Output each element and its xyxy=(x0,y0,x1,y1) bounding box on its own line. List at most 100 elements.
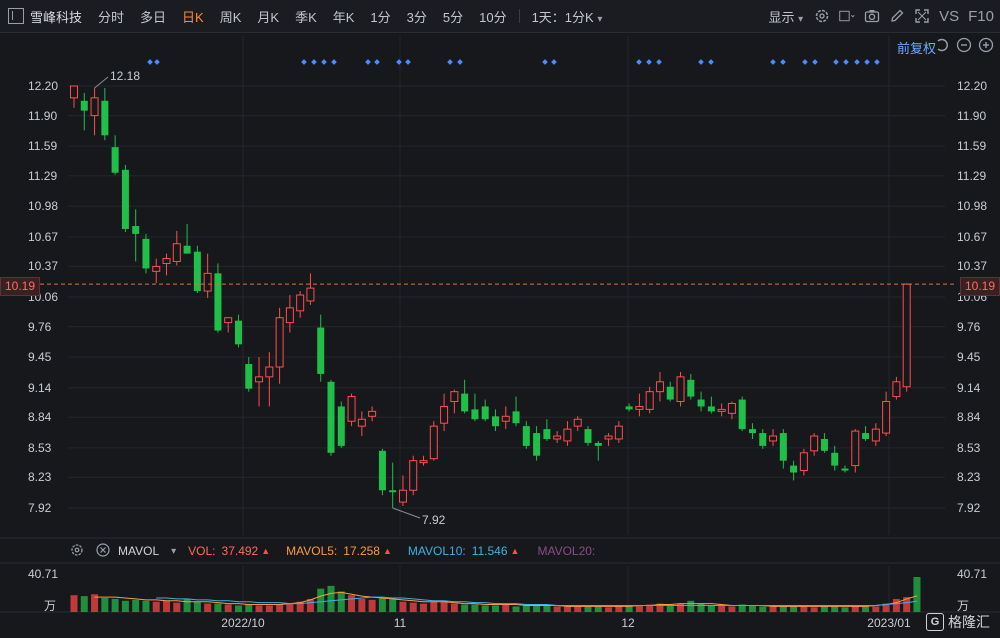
event-marker-icon xyxy=(321,59,327,65)
event-marker-icon xyxy=(864,59,870,65)
volume-bar xyxy=(296,601,304,612)
period-tab[interactable]: 1分 xyxy=(362,7,398,26)
period-tab[interactable]: 3分 xyxy=(399,7,435,26)
volume-bar xyxy=(656,603,664,612)
y-tick-right: 10.67 xyxy=(957,229,988,244)
candle-body xyxy=(142,238,150,269)
f10-button[interactable]: F10 xyxy=(968,8,994,25)
volume-bar xyxy=(70,595,78,612)
candle-body xyxy=(337,406,345,446)
period-tab[interactable]: 多日 xyxy=(132,7,174,26)
y-tick-left: 8.84 xyxy=(28,410,52,425)
top-toolbar: 雪峰科技 分时 多日 日K 周K 月K 季K 年K 1分 3分 5分 10分 1天：1分K ▾ 显示… xyxy=(0,0,1000,33)
indicator-name[interactable]: MAVOL xyxy=(118,544,159,558)
volume-bar xyxy=(697,603,705,612)
volume-bar xyxy=(327,585,335,612)
period-tab[interactable]: 月K xyxy=(249,7,287,26)
candle-body xyxy=(70,85,78,99)
indicator-settings-icon[interactable] xyxy=(70,543,84,560)
x-tick-label: 2022/10 xyxy=(221,616,265,630)
zoom-in-icon[interactable] xyxy=(978,37,994,58)
candle-body xyxy=(687,379,695,397)
candle-body xyxy=(563,428,572,442)
period-tab[interactable]: 5分 xyxy=(435,7,471,26)
event-marker-icon xyxy=(457,59,463,65)
candle-body xyxy=(790,465,798,473)
period-tab[interactable]: 分时 xyxy=(90,7,132,26)
adjust-mode-button[interactable]: 前复权 xyxy=(897,38,936,57)
volume-bar xyxy=(461,604,469,612)
candle-body xyxy=(285,307,294,324)
chevron-down-icon[interactable]: ▾ xyxy=(171,546,176,557)
volume-bar xyxy=(605,607,613,612)
event-marker-icon xyxy=(708,59,714,65)
y-tick-right: 8.23 xyxy=(957,470,981,485)
period-tab[interactable]: 季K xyxy=(287,7,325,26)
volume-bar xyxy=(625,606,633,612)
watermark-text: 格隆汇 xyxy=(948,614,990,630)
vol-value: 37.492 xyxy=(221,544,259,558)
volume-bar xyxy=(234,605,242,612)
y-tick-right: 11.59 xyxy=(957,139,987,154)
period-tab[interactable]: 年K xyxy=(325,7,363,26)
checkbox-icon[interactable] xyxy=(839,8,855,24)
current-price-tag-right: 10.19 xyxy=(959,277,1000,296)
mavol5-line xyxy=(94,591,918,607)
fullscreen-icon[interactable] xyxy=(914,8,930,24)
candle-body xyxy=(769,435,778,442)
undo-icon[interactable] xyxy=(934,37,950,58)
candle-body xyxy=(471,409,479,420)
vs-button[interactable]: VS xyxy=(939,8,959,25)
period-tab[interactable]: 周K xyxy=(212,7,250,26)
volume-bar xyxy=(512,606,520,612)
indicator-close-icon[interactable] xyxy=(96,542,110,560)
candle-body xyxy=(183,245,191,254)
event-marker-icon xyxy=(646,59,652,65)
event-marker-icon xyxy=(833,59,839,65)
volume-bar xyxy=(677,603,685,612)
volume-bar xyxy=(80,596,88,612)
panel-toggle-icon[interactable] xyxy=(8,8,24,24)
volume-bar xyxy=(779,606,787,612)
volume-bar xyxy=(183,598,191,612)
period-tab[interactable]: 日K xyxy=(174,7,212,26)
pencil-icon[interactable] xyxy=(889,8,905,24)
candle-body xyxy=(512,411,520,424)
volume-bar xyxy=(101,597,109,612)
period-dropdown[interactable]: 1天：1分K ▾ xyxy=(524,7,611,26)
volume-bar xyxy=(841,607,849,612)
y-tick-left: 8.23 xyxy=(28,470,52,485)
event-marker-icon xyxy=(311,59,317,65)
volume-bar xyxy=(728,606,736,612)
event-marker-icon xyxy=(147,59,153,65)
volume-bar xyxy=(163,600,171,612)
event-marker-icon xyxy=(154,59,160,65)
settings-gear-icon[interactable] xyxy=(814,8,830,24)
volume-bar xyxy=(872,606,880,612)
candle-body xyxy=(409,460,418,491)
event-marker-icon xyxy=(405,59,411,65)
candle-body xyxy=(892,381,901,398)
y-tick-left: 7.92 xyxy=(28,501,52,515)
mavol10-label: MAVOL10: xyxy=(407,544,466,558)
watermark-logo: G 格隆汇 xyxy=(926,612,990,632)
mavol20-label: MAVOL20: xyxy=(537,544,596,558)
zoom-out-icon[interactable] xyxy=(956,37,972,58)
candle-body xyxy=(810,435,819,452)
y-tick-left: 12.20 xyxy=(28,79,59,93)
camera-icon[interactable] xyxy=(864,8,880,24)
vol-max-left: 40.71 xyxy=(28,567,59,581)
x-tick-label: 12 xyxy=(621,616,635,630)
candle-body xyxy=(368,410,377,417)
period-tab[interactable]: 10分 xyxy=(471,7,514,26)
event-marker-icon xyxy=(396,59,402,65)
chevron-down-icon: ▾ xyxy=(798,13,804,25)
candle-body xyxy=(614,425,623,440)
x-tick-label: 11 xyxy=(393,616,407,630)
display-menu[interactable]: 显示 ▾ xyxy=(766,7,805,26)
stock-name[interactable]: 雪峰科技 xyxy=(30,7,82,26)
volume-bar xyxy=(574,605,582,612)
candle-body xyxy=(841,468,849,471)
candle-body xyxy=(871,428,880,442)
volume-bar xyxy=(368,599,376,612)
